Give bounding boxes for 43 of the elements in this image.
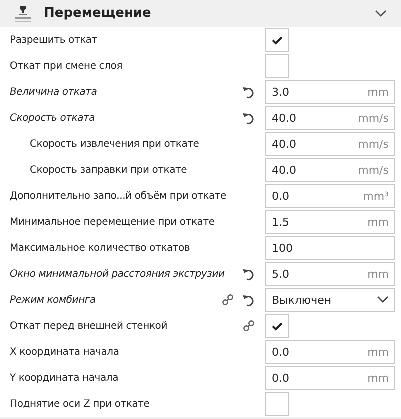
reset-icon[interactable] (242, 112, 255, 124)
setting-label: Окно минимальной расстояния экструзии (9, 268, 226, 280)
number-field[interactable]: 40.0 mm/s (265, 106, 395, 130)
reset-icon[interactable] (242, 268, 255, 280)
link-icon[interactable] (222, 294, 234, 306)
setting-label: Скорость извлечения при откате (29, 138, 200, 150)
number-field[interactable]: 5.0 mm (265, 262, 395, 286)
section-header[interactable]: Перемещение (0, 0, 401, 27)
setting-label: Откат при смене слоя (9, 60, 124, 72)
setting-label: Режим комбинга (9, 294, 97, 306)
number-field[interactable]: 1.5 mm (265, 210, 395, 234)
number-field[interactable]: 0.0 mm (265, 340, 395, 364)
number-field[interactable]: 40.0 mm/s (265, 132, 395, 156)
setting-label: Дополнительно запо...й объём при откате (9, 190, 228, 202)
link-icon[interactable] (243, 320, 255, 332)
checkbox[interactable] (265, 314, 289, 338)
setting-label: Скорость заправки при откате (29, 164, 188, 176)
number-field[interactable]: 0.0 mm (265, 366, 395, 390)
checkbox[interactable] (265, 392, 289, 416)
setting-label: Максимальное количество откатов (9, 242, 192, 254)
number-field[interactable]: 100 (265, 236, 395, 260)
setting-label: Скорость отката (9, 112, 96, 124)
reset-icon[interactable] (242, 294, 255, 306)
setting-label: Откат перед внешней стенкой (9, 320, 169, 332)
number-field[interactable]: 3.0 mm (265, 80, 395, 104)
check-icon (272, 36, 282, 44)
chevron-icon[interactable] (375, 10, 387, 18)
setting-label: Величина отката (9, 86, 98, 98)
setting-label: Поднятие оси Z при откате (9, 398, 151, 410)
number-field[interactable]: 0.0 mm³ (265, 184, 395, 208)
setting-label: X координата начала (9, 346, 120, 358)
section-title: Перемещение (44, 6, 152, 21)
dropdown[interactable]: Выключен (265, 288, 395, 312)
reset-icon[interactable] (242, 86, 255, 98)
nozzle-icon (14, 4, 32, 22)
checkbox[interactable] (265, 28, 289, 52)
chevron-icon (377, 296, 389, 304)
setting-label: Минимальное перемещение при откате (9, 216, 216, 228)
setting-label: Разрешить откат (9, 34, 98, 46)
setting-label: Y координата начала (9, 372, 120, 384)
number-field[interactable]: 40.0 mm/s (265, 158, 395, 182)
checkbox[interactable] (265, 54, 289, 78)
check-icon (272, 322, 282, 330)
